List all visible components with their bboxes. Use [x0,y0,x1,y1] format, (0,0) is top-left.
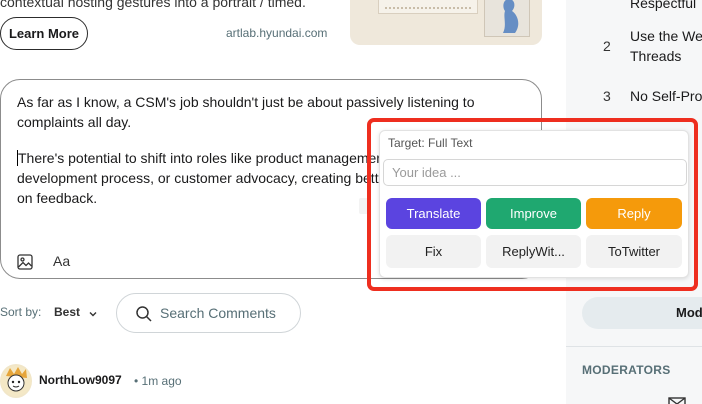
mail-icon[interactable] [668,396,686,404]
to-twitter-button[interactable]: ToTwitter [586,235,682,268]
sidebar-rule-1[interactable]: Respectful [630,0,702,13]
sidebar-rule-2[interactable]: Use the We Threads [630,26,702,66]
fix-button[interactable]: Fix [386,235,481,268]
sidebar-rule-2-number: 2 [603,38,611,54]
sidebar-rule-3[interactable]: No Self-Pro [630,86,702,106]
translate-button[interactable]: Translate [386,198,481,229]
search-comments[interactable]: Search Comments [116,293,301,333]
idea-input[interactable] [383,159,687,186]
text-format-icon[interactable]: Aa [53,253,71,271]
mod-button[interactable]: Mod [582,297,702,329]
sort-label: Sort by: [0,305,42,319]
sort-dropdown[interactable]: Best [54,305,80,319]
moderators-heading: MODERATORS [582,363,671,377]
learn-more-button[interactable]: Learn More [0,17,88,50]
sidebar-rule-3-number: 3 [603,88,611,104]
comment-time: 1m ago [141,374,182,388]
reply-with-button[interactable]: ReplyWit... [486,235,581,268]
post-thumbnail[interactable] [350,0,542,45]
improve-button[interactable]: Improve [486,198,581,229]
thumbnail-figure [484,0,530,37]
search-icon [135,305,153,323]
writing-assistant-popup: Target: Full Text Translate Improve Repl… [379,130,689,278]
avatar[interactable] [0,364,32,398]
post-snippet: contextual hosting gestures into a portr… [0,0,306,10]
chevron-down-icon[interactable] [88,306,98,317]
search-placeholder: Search Comments [160,305,276,321]
popup-target-label: Target: Full Text [388,136,473,150]
comment-meta: • 1m ago [134,374,182,388]
sidebar-divider [566,346,702,347]
comment-author[interactable]: NorthLow9097 [39,373,122,387]
image-icon[interactable] [16,253,34,271]
reply-button[interactable]: Reply [586,198,682,229]
post-domain[interactable]: artlab.hyundai.com [226,26,327,40]
thumbnail-paper [378,0,478,14]
